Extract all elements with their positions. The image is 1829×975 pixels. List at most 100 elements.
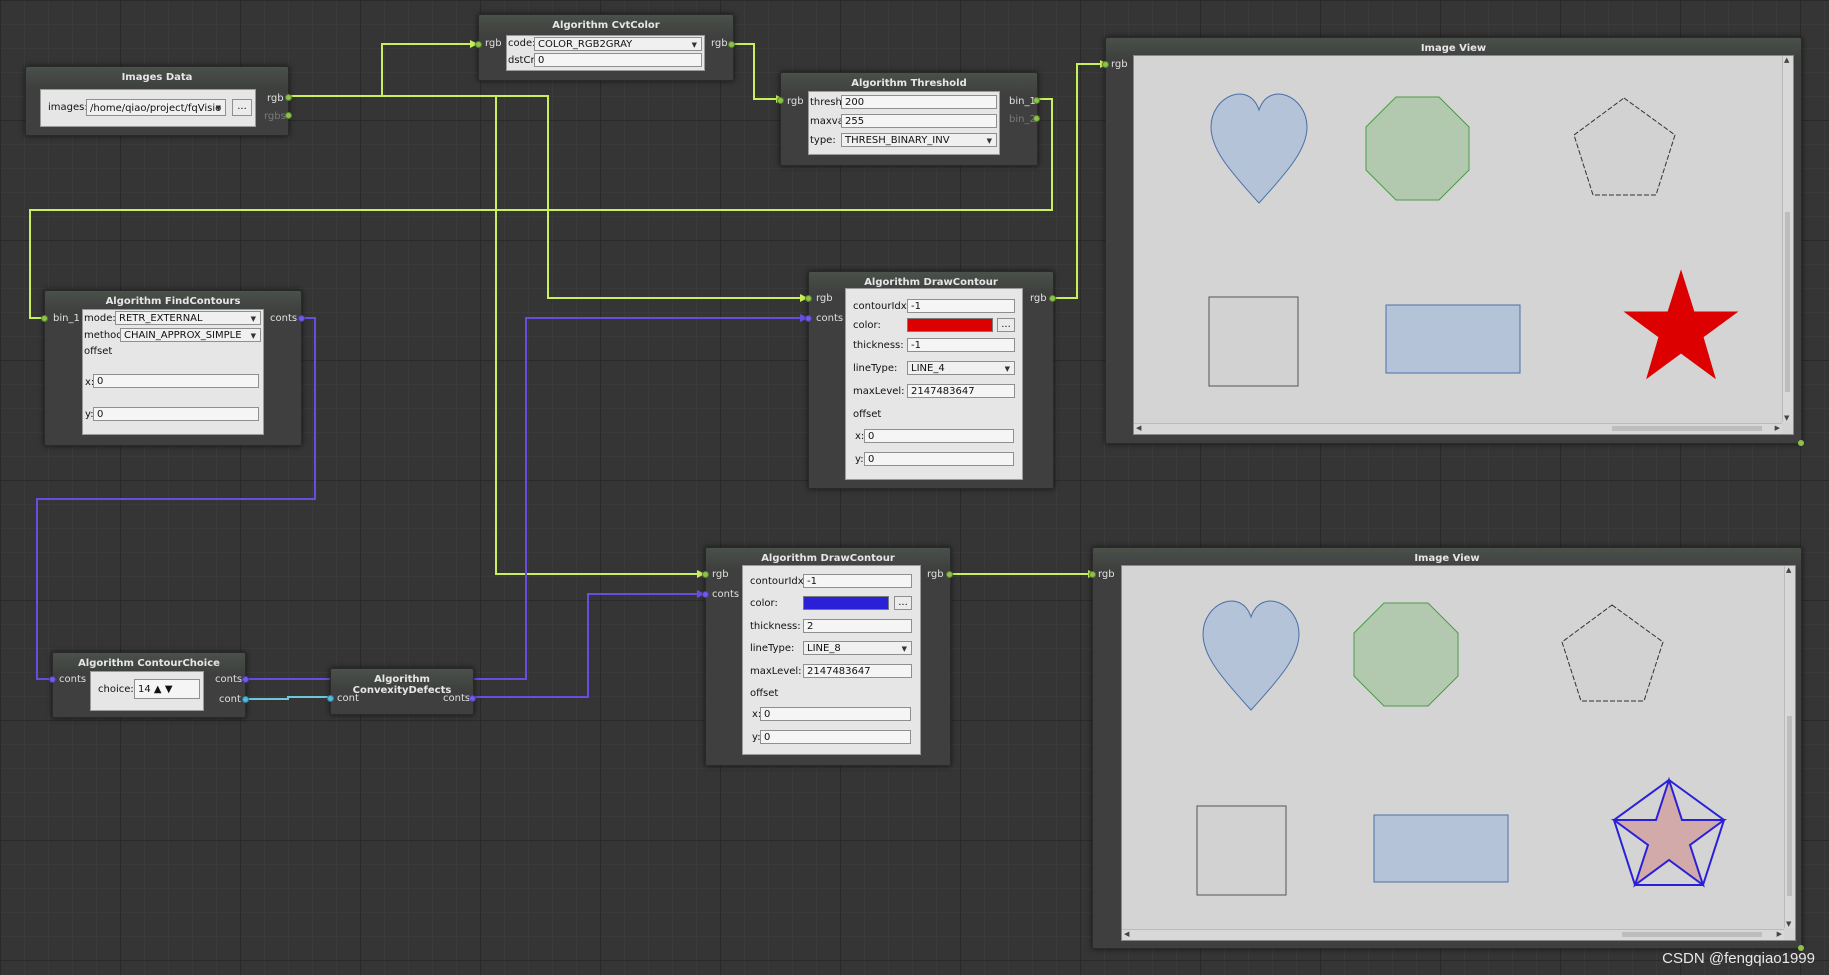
vertical-scrollbar[interactable]: ▲ ▼ <box>1782 56 1793 422</box>
spin-down-icon[interactable]: ▼ <box>165 684 173 695</box>
linetype-label: lineType: <box>750 643 795 654</box>
scroll-right-icon[interactable]: ▶ <box>1777 930 1782 938</box>
findcontours-node[interactable]: Algorithm FindContours bin_1 mode: RETR_… <box>41 290 305 446</box>
spin-up-icon[interactable]: ▲ <box>154 684 162 695</box>
port-label-conts-in: conts <box>59 674 87 685</box>
scroll-down-icon[interactable]: ▼ <box>1786 920 1791 928</box>
findcontours-panel: mode: RETR_EXTERNAL ▼ method: CHAIN_APPR… <box>82 309 264 435</box>
offset-y-input[interactable]: 0 <box>93 407 259 421</box>
wire-drawcontour1-to-view1 <box>1052 63 1100 299</box>
node-title: Algorithm Threshold <box>851 78 967 89</box>
color-picker-button[interactable]: ... <box>894 596 912 610</box>
node-title: Algorithm ContourChoice <box>78 658 220 669</box>
scroll-right-icon[interactable]: ▶ <box>1775 424 1780 432</box>
scroll-thumb[interactable] <box>1787 716 1792 896</box>
mode-combo[interactable]: RETR_EXTERNAL ▼ <box>115 311 261 325</box>
output-port-rgb[interactable] <box>285 94 292 101</box>
offset-y-input[interactable]: 0 <box>760 730 911 744</box>
vertical-scrollbar[interactable]: ▲ ▼ <box>1784 566 1795 928</box>
method-combo[interactable]: CHAIN_APPROX_SIMPLE ▼ <box>120 328 261 342</box>
maxlevel-input[interactable]: 2147483647 <box>803 664 912 678</box>
node-title: Algorithm DrawContour <box>864 277 998 288</box>
color-swatch[interactable] <box>803 596 889 610</box>
input-port-rgb[interactable] <box>1102 61 1109 68</box>
thickness-input[interactable]: 2 <box>803 619 912 633</box>
drawcontour-node-2[interactable]: Algorithm DrawContour rgb conts contourI… <box>702 547 953 766</box>
type-label: type: <box>810 135 836 146</box>
contouridx-input[interactable]: -1 <box>907 299 1015 313</box>
input-port-conts[interactable] <box>702 591 709 598</box>
images-label: images: <box>48 102 88 113</box>
output-port-conts[interactable] <box>242 676 249 683</box>
output-port-bin1[interactable] <box>1033 97 1040 104</box>
horizontal-scrollbar[interactable]: ◀ ▶ <box>1134 423 1782 434</box>
dstcn-input[interactable]: 0 <box>534 53 702 67</box>
image-view-node-1[interactable]: Image View rgb ▲ ▼ ◀ ▶ <box>1102 37 1804 446</box>
browse-button[interactable]: ... <box>232 99 252 116</box>
input-port-rgb[interactable] <box>475 41 482 48</box>
choice-spinbox[interactable]: 14 ▲ ▼ <box>134 679 200 699</box>
input-port-rgb[interactable] <box>702 571 709 578</box>
output-port-rgbs[interactable] <box>285 112 292 119</box>
input-port-rgb[interactable] <box>1089 571 1096 578</box>
output-port-conts[interactable] <box>469 695 476 702</box>
watermark-text: CSDN @fengqiao1999 <box>1662 950 1815 967</box>
input-port-rgb[interactable] <box>805 295 812 302</box>
output-port-rgb[interactable] <box>946 571 953 578</box>
input-port-conts[interactable] <box>49 676 56 683</box>
thickness-label: thickness: <box>750 621 801 632</box>
resize-handle[interactable] <box>1798 440 1804 446</box>
output-port-bin2[interactable] <box>1033 115 1040 122</box>
images-data-node[interactable]: Images Data images: /home/qiao/project/f… <box>25 66 292 136</box>
image-canvas-2[interactable]: ▲ ▼ ◀ ▶ <box>1121 565 1796 941</box>
linetype-combo[interactable]: LINE_4 ▼ <box>907 361 1015 375</box>
offset-y-input[interactable]: 0 <box>864 452 1014 466</box>
convexitydefects-node[interactable]: Algorithm ConvexityDefects cont conts <box>327 668 476 715</box>
threshold-node[interactable]: Algorithm Threshold rgb thresh: 200 maxv… <box>777 72 1040 166</box>
output-port-rgb[interactable] <box>728 41 735 48</box>
type-combo[interactable]: THRESH_BINARY_INV ▼ <box>841 133 997 147</box>
image-canvas-1[interactable]: ▲ ▼ ◀ ▶ <box>1133 55 1794 435</box>
maxlevel-input[interactable]: 2147483647 <box>907 384 1015 398</box>
offset-x-input[interactable]: 0 <box>760 707 911 721</box>
color-swatch[interactable] <box>907 318 993 332</box>
scroll-thumb[interactable] <box>1612 426 1762 431</box>
linetype-combo[interactable]: LINE_8 ▼ <box>803 641 912 655</box>
images-path-combo[interactable]: /home/qiao/project/fqVisio ▼ <box>86 99 226 116</box>
thresh-input[interactable]: 200 <box>841 95 997 109</box>
input-port-rgb[interactable] <box>777 97 784 104</box>
scroll-up-icon[interactable]: ▲ <box>1784 56 1789 64</box>
color-picker-button[interactable]: ... <box>997 318 1015 332</box>
output-port-conts[interactable] <box>298 315 305 322</box>
offset-x-input[interactable]: 0 <box>93 374 259 388</box>
wire-images-to-cvtcolor <box>288 43 470 97</box>
horizontal-scrollbar[interactable]: ◀ ▶ <box>1122 929 1784 940</box>
scroll-left-icon[interactable]: ◀ <box>1124 930 1129 938</box>
cvtcolor-node[interactable]: Algorithm CvtColor rgb code: COLOR_RGB2G… <box>475 14 735 81</box>
wire-images-to-drawcontour1 <box>288 95 800 299</box>
scroll-thumb[interactable] <box>1622 932 1762 937</box>
code-combo[interactable]: COLOR_RGB2GRAY ▼ <box>534 37 702 51</box>
output-port-rgb[interactable] <box>1049 295 1056 302</box>
scroll-down-icon[interactable]: ▼ <box>1784 414 1789 422</box>
input-port-conts[interactable] <box>805 315 812 322</box>
mode-value: RETR_EXTERNAL <box>119 313 203 324</box>
scroll-thumb[interactable] <box>1785 212 1790 392</box>
input-port-bin1[interactable] <box>41 315 48 322</box>
thickness-input[interactable]: -1 <box>907 338 1015 352</box>
contouridx-input[interactable]: -1 <box>803 574 912 588</box>
scroll-up-icon[interactable]: ▲ <box>1786 566 1791 574</box>
maxval-input[interactable]: 255 <box>841 114 997 128</box>
wire-cvtcolor-to-threshold <box>733 43 776 100</box>
heart-shape <box>1210 93 1308 204</box>
contourchoice-node[interactable]: Algorithm ContourChoice conts choice: 14… <box>49 652 249 718</box>
image-view-node-2[interactable]: Image View rgb ▲ ▼ ◀ ▶ <box>1089 547 1804 951</box>
port-label-rgb: rgb <box>267 93 284 104</box>
drawcontour-node-1[interactable]: Algorithm DrawContour rgb conts contourI… <box>805 271 1056 489</box>
offset-x-input[interactable]: 0 <box>864 429 1014 443</box>
input-port-cont[interactable] <box>327 695 334 702</box>
chevron-down-icon: ▼ <box>250 332 256 340</box>
square-shape <box>1196 805 1287 896</box>
scroll-left-icon[interactable]: ◀ <box>1136 424 1141 432</box>
output-port-cont[interactable] <box>242 696 249 703</box>
